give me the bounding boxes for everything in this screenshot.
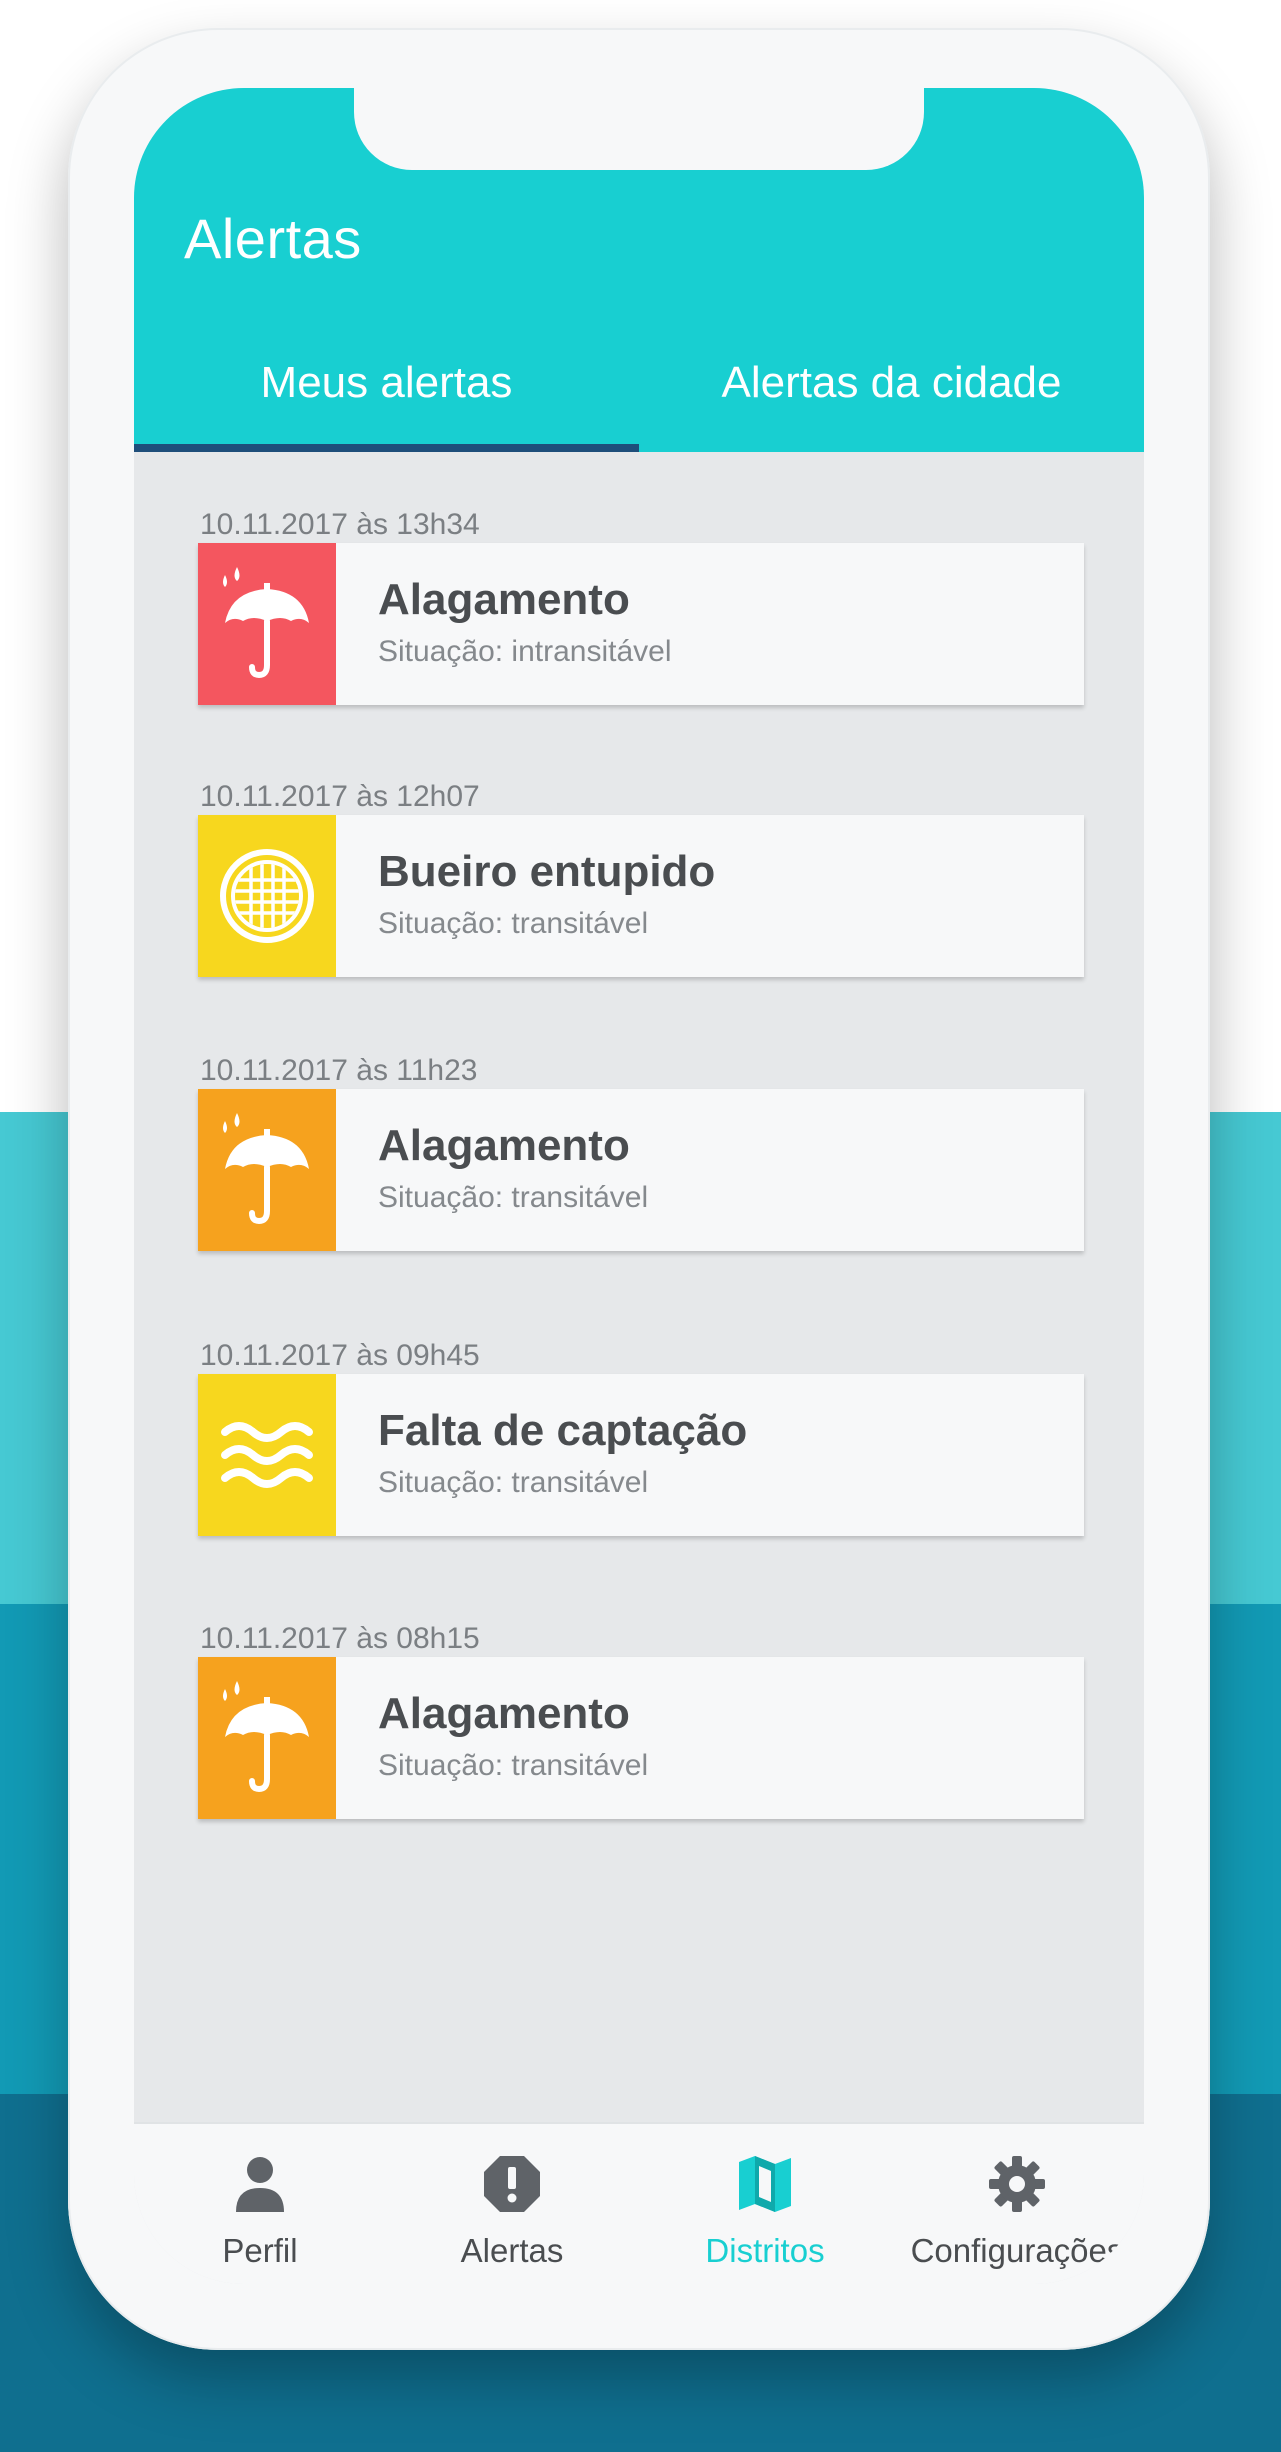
alert-card[interactable]: Alagamento Situação: transitável	[198, 1657, 1084, 1819]
person-icon	[134, 2154, 386, 2218]
phone-screen: Alertas Meus alertas Alertas da cidade 1…	[134, 88, 1144, 2284]
umbrella-rain-icon	[198, 543, 336, 705]
alert-status: Situação: transitável	[378, 1181, 649, 1214]
alert-title: Alagamento	[378, 1121, 630, 1170]
alert-status: Situação: transitável	[378, 907, 649, 940]
tab-active-indicator	[134, 444, 639, 452]
map-icon	[639, 2154, 891, 2218]
alert-status: Situação: transitável	[378, 1466, 649, 1499]
alert-title: Alagamento	[378, 575, 630, 624]
tab-meus-alertas[interactable]: Meus alertas	[134, 358, 639, 408]
nav-item-configuracoes[interactable]: Configurações	[891, 2124, 1143, 2284]
tab-alertas-da-cidade[interactable]: Alertas da cidade	[639, 358, 1144, 408]
nav-label: Distritos	[705, 2232, 825, 2269]
umbrella-rain-icon	[198, 1089, 336, 1251]
umbrella-rain-icon	[198, 1657, 336, 1819]
nav-item-perfil[interactable]: Perfil	[134, 2124, 386, 2284]
nav-item-distritos[interactable]: Distritos	[639, 2124, 891, 2284]
nav-item-alertas[interactable]: Alertas	[386, 2124, 638, 2284]
alert-timestamp: 10.11.2017 às 08h15	[200, 1622, 480, 1655]
nav-label: Perfil	[222, 2232, 298, 2269]
drain-grate-icon	[198, 815, 336, 977]
alert-card[interactable]: Bueiro entupido Situação: transitável	[198, 815, 1084, 977]
alert-title: Alagamento	[378, 1689, 630, 1738]
nav-label: Configurações	[910, 2232, 1124, 2269]
page-title: Alertas	[184, 207, 362, 270]
bottom-navigation: Perfil Alertas Distritos Configurações	[134, 2122, 1144, 2284]
alert-status: Situação: intransitável	[378, 635, 672, 668]
alert-title: Bueiro entupido	[378, 847, 716, 896]
alert-timestamp: 10.11.2017 às 12h07	[200, 780, 480, 813]
alert-card[interactable]: Falta de captação Situação: transitável	[198, 1374, 1084, 1536]
alert-timestamp: 10.11.2017 às 13h34	[200, 508, 480, 541]
phone-frame: Alertas Meus alertas Alertas da cidade 1…	[68, 28, 1210, 2350]
phone-notch	[354, 88, 924, 170]
waves-icon	[198, 1374, 336, 1536]
alert-octagon-icon	[386, 2154, 638, 2218]
alert-timestamp: 10.11.2017 às 11h23	[200, 1054, 478, 1087]
alert-card[interactable]: Alagamento Situação: transitável	[198, 1089, 1084, 1251]
alert-timestamp: 10.11.2017 às 09h45	[200, 1339, 480, 1372]
alert-title: Falta de captação	[378, 1406, 748, 1455]
alert-card[interactable]: Alagamento Situação: intransitável	[198, 543, 1084, 705]
gear-icon	[891, 2154, 1143, 2218]
nav-label: Alertas	[460, 2232, 564, 2269]
alert-status: Situação: transitável	[378, 1749, 649, 1782]
